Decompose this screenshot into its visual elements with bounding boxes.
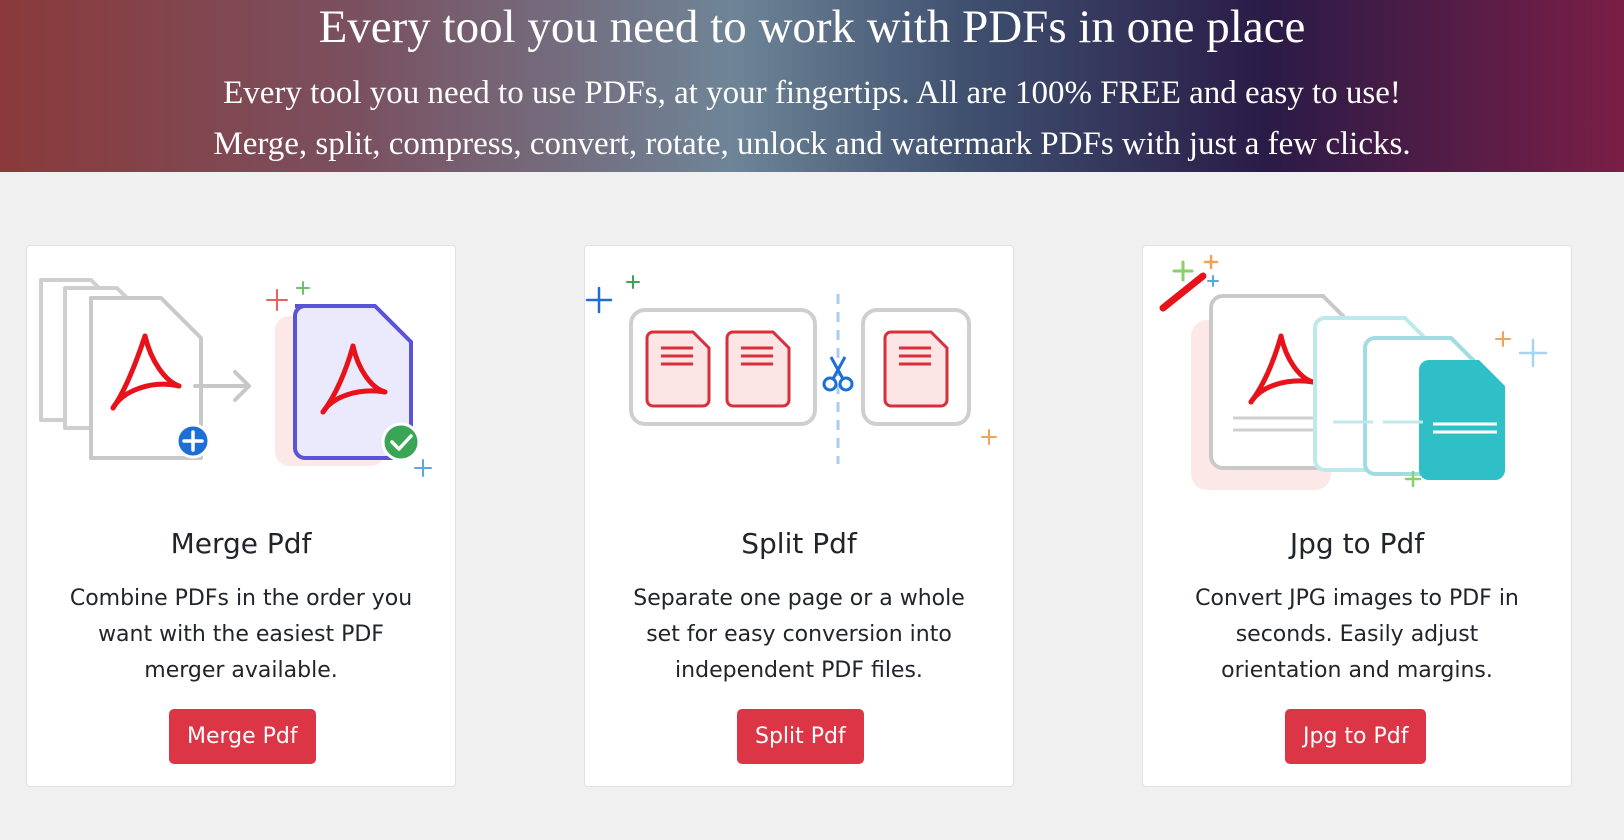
tool-card-split-pdf: Split Pdf Separate one page or a whole s… — [584, 245, 1014, 787]
split-pdf-illustration — [585, 275, 997, 464]
jpg-to-pdf-button[interactable]: Jpg to Pdf — [1285, 709, 1427, 764]
hero-subtitle-line-2: Merge, split, compress, convert, rotate,… — [213, 126, 1411, 162]
tool-title: Split Pdf — [741, 527, 857, 560]
tool-title: Merge Pdf — [170, 527, 312, 560]
jpg-to-pdf-illustration — [1159, 254, 1548, 490]
tool-description: Separate one page or a whole set for eas… — [633, 586, 965, 683]
tool-card-jpg-to-pdf: Jpg to Pdf Convert JPG images to PDF in … — [1142, 245, 1572, 787]
tool-card-merge-pdf: Merge Pdf Combine PDFs in the order you … — [26, 245, 456, 787]
merge-pdf-button[interactable]: Merge Pdf — [169, 709, 316, 764]
tool-description: Combine PDFs in the order you want with … — [69, 586, 413, 683]
tool-description: Convert JPG images to PDF in seconds. Ea… — [1195, 586, 1519, 683]
tool-title: Jpg to Pdf — [1289, 527, 1425, 560]
hero-banner: Every tool you need to work with PDFs in… — [0, 0, 1624, 172]
magic-wand-icon — [1159, 254, 1219, 312]
hero-subtitle-line-1: Every tool you need to use PDFs, at your… — [223, 75, 1401, 111]
plus-badge-icon — [175, 423, 211, 459]
hero-title: Every tool you need to work with PDFs in… — [318, 1, 1306, 53]
split-pdf-button[interactable]: Split Pdf — [737, 709, 864, 764]
check-badge-icon — [381, 422, 421, 462]
merge-pdf-illustration — [39, 278, 432, 477]
